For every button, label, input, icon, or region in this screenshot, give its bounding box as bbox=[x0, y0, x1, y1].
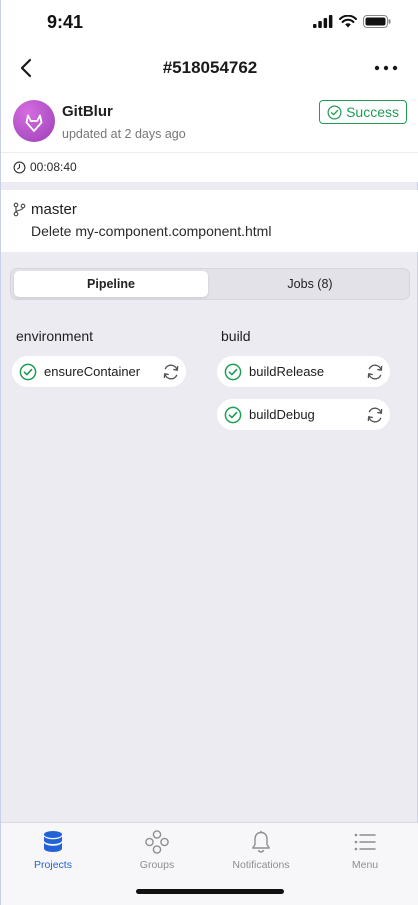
tab-jobs[interactable]: Jobs (8) bbox=[212, 271, 408, 297]
branch-row: master bbox=[13, 201, 77, 218]
success-check-icon bbox=[224, 406, 242, 423]
job-name: buildDebug bbox=[249, 407, 315, 422]
tab-label: Groups bbox=[139, 859, 175, 871]
list-icon bbox=[354, 833, 376, 851]
gitlab-logo-icon bbox=[25, 114, 43, 132]
job-name: buildRelease bbox=[249, 364, 325, 379]
app-frame: 9:41 #518054762 GitBlur updated at 2 day… bbox=[0, 0, 418, 905]
tab-label: Menu bbox=[351, 859, 379, 871]
stage-title-build: build bbox=[221, 328, 251, 344]
tab-label: Notifications bbox=[232, 859, 290, 871]
groups-icon bbox=[145, 830, 169, 854]
branch-card: master Delete my-component.component.htm… bbox=[1, 190, 418, 252]
job-ensure-container[interactable]: ensureContainer bbox=[12, 356, 186, 387]
job-name: ensureContainer bbox=[44, 364, 141, 379]
duration-value: 00:08:40 bbox=[30, 160, 77, 174]
retry-icon[interactable] bbox=[161, 362, 181, 382]
tab-pipeline[interactable]: Pipeline bbox=[14, 271, 208, 297]
clock-icon bbox=[13, 161, 26, 173]
view-segmented-control: Pipeline Jobs (8) bbox=[10, 268, 410, 300]
more-options-icon[interactable] bbox=[373, 58, 399, 78]
divider bbox=[1, 152, 418, 153]
database-icon bbox=[44, 831, 62, 852]
status-badge-label: Success bbox=[346, 104, 399, 120]
signal-icon bbox=[313, 15, 333, 28]
tab-groups[interactable]: Groups bbox=[105, 829, 209, 871]
retry-icon[interactable] bbox=[365, 362, 385, 382]
pipeline-status-badge: Success bbox=[319, 100, 407, 124]
retry-icon[interactable] bbox=[365, 405, 385, 425]
tab-label: Projects bbox=[34, 859, 72, 871]
home-indicator[interactable] bbox=[136, 889, 284, 894]
tab-notifications[interactable]: Notifications bbox=[209, 829, 313, 871]
duration-row: 00:08:40 bbox=[13, 160, 77, 174]
job-build-debug[interactable]: buildDebug bbox=[217, 399, 390, 430]
stage-title-environment: environment bbox=[16, 328, 94, 344]
page-title: #518054762 bbox=[162, 58, 258, 77]
battery-icon bbox=[363, 15, 391, 28]
wifi-icon bbox=[339, 15, 357, 28]
status-bar: 9:41 bbox=[1, 0, 418, 46]
success-check-icon bbox=[224, 363, 242, 380]
status-time: 9:41 bbox=[47, 12, 84, 32]
commit-message: Delete my-component.component.html bbox=[31, 223, 272, 239]
success-check-icon bbox=[327, 105, 342, 119]
project-card: GitBlur updated at 2 days ago Success 00… bbox=[1, 90, 418, 182]
tab-menu[interactable]: Menu bbox=[313, 829, 417, 871]
tab-projects[interactable]: Projects bbox=[1, 829, 105, 871]
project-avatar[interactable] bbox=[13, 100, 55, 142]
navigation-bar: #518054762 bbox=[1, 46, 418, 90]
status-icons bbox=[313, 15, 391, 28]
branch-name: master bbox=[31, 201, 77, 218]
success-check-icon bbox=[19, 363, 37, 380]
project-name: GitBlur bbox=[62, 103, 113, 120]
bell-icon bbox=[252, 830, 270, 853]
job-build-release[interactable]: buildRelease bbox=[217, 356, 390, 387]
project-updated-text: updated at 2 days ago bbox=[62, 127, 186, 141]
git-branch-icon bbox=[13, 202, 26, 217]
